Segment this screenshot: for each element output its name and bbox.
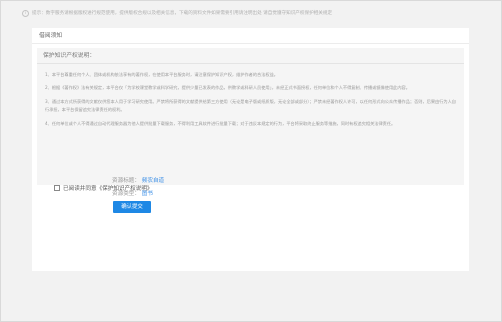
resource-title-row: 资源标题： 频农自道 bbox=[112, 176, 164, 184]
notice-paragraph-1: 1、本平台尊重任何个人、团体或机构依法享有的著作权，在使用本平台服务时，请注意保… bbox=[45, 72, 278, 77]
borrow-notice-card: 借阅须知 保护知识产权说明： 1、本平台尊重任何个人、团体或机构依法享有的著作权… bbox=[32, 28, 469, 271]
info-icon: i bbox=[22, 9, 29, 17]
notice-paragraph-3: 3、通过本方式所获得的文献仅供您本人用于学习研究使用。严禁将所获得的文献提供给第… bbox=[45, 98, 456, 113]
tip-text: 提示：数字服务请根据版权进行规范使用，提供版权合规以及相关信息，下载的资料文件如… bbox=[32, 11, 333, 16]
notice-title: 保护知识产权说明： bbox=[37, 48, 464, 64]
tip-bar: i 提示：数字服务请根据版权进行规范使用，提供版权合规以及相关信息，下载的资料文… bbox=[22, 7, 482, 19]
notice-body: 1、本平台尊重任何个人、团体或机构依法享有的著作权，在使用本平台服务时，请注意保… bbox=[37, 64, 464, 128]
ip-notice-panel: 保护知识产权说明： 1、本平台尊重任何个人、团体或机构依法享有的著作权，在使用本… bbox=[37, 48, 464, 185]
agree-row: 已阅读并同意《保护知识产权说明》 bbox=[54, 184, 153, 192]
notice-paragraph-2: 2、根据《著作权》法有关规定，本平台仅「为学校课堂教学或科学研究，提供少量已发表… bbox=[45, 85, 410, 91]
agree-label[interactable]: 已阅读并同意《保护知识产权说明》 bbox=[63, 184, 153, 192]
notice-paragraph-4: 4、任何单位或个人不得通过自动代理服务器为他人提供批量下载服务，不得利用工具软件… bbox=[45, 120, 396, 126]
submit-button[interactable]: 确认提交 bbox=[113, 201, 151, 213]
card-title: 借阅须知 bbox=[32, 28, 469, 44]
agree-checkbox[interactable] bbox=[54, 185, 60, 191]
